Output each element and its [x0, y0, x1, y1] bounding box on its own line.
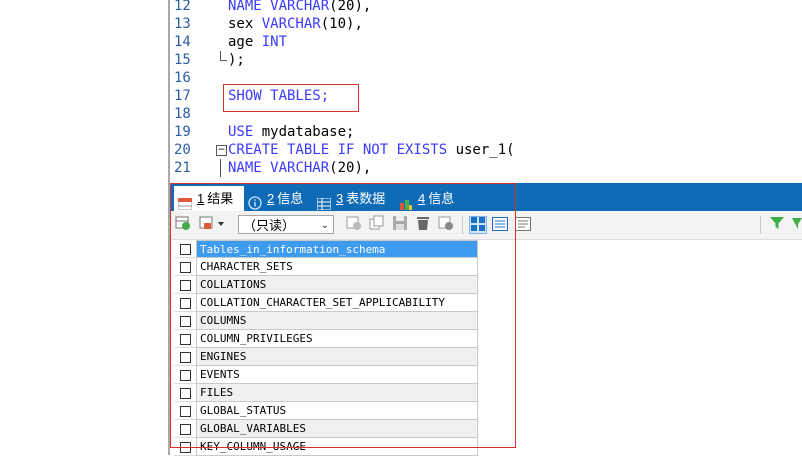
- sql-text: (20),: [329, 0, 372, 14]
- code-text: );: [228, 51, 245, 69]
- sql-keyword: VARCHAR: [261, 16, 321, 32]
- sql-editor[interactable]: 12 NAME VARCHAR(20), 13 sex VARCHAR(10), 14 a…: [170, 0, 802, 183]
- code-line[interactable]: 20 CREATE TABLE IF NOT EXISTS user_1(−: [170, 141, 802, 159]
- filter-icon: [769, 215, 785, 235]
- sql-text: mydatabase;: [261, 124, 355, 140]
- toolbar-divider-right: [760, 216, 761, 234]
- sql-text: );: [228, 52, 245, 68]
- code-line[interactable]: 19 USE mydatabase;: [170, 123, 802, 141]
- filter-button[interactable]: [768, 216, 786, 234]
- code-text: sex VARCHAR(10),: [228, 15, 363, 33]
- line-number: 21: [174, 160, 191, 176]
- line-number: 14: [174, 34, 191, 50]
- sql-keyword: CREATE TABLE IF NOT EXISTS: [228, 142, 456, 158]
- results-panel: 1 结果 2 信息 3 表数据 4 信息 （只读） ⌄ Tables_in_in…: [170, 183, 802, 456]
- filter-extra-icon: [790, 216, 802, 234]
- code-text: CREATE TABLE IF NOT EXISTS user_1(: [228, 141, 515, 159]
- sql-text: user_1(: [455, 142, 515, 158]
- code-line[interactable]: 13 sex VARCHAR(10),: [170, 15, 802, 33]
- fold-guide: [220, 159, 221, 177]
- code-line[interactable]: 21 NAME VARCHAR(20),: [170, 159, 802, 177]
- code-text: USE mydatabase;: [228, 123, 354, 141]
- sql-text: sex: [228, 16, 262, 32]
- sql-keyword: USE: [228, 124, 262, 140]
- line-number: 12: [174, 0, 191, 14]
- line-number: 13: [174, 16, 191, 32]
- line-number: 15: [174, 52, 191, 68]
- code-line[interactable]: 14 age INT: [170, 33, 802, 51]
- text-view-button[interactable]: [514, 216, 532, 234]
- sql-text: (20),: [329, 160, 372, 176]
- filter-extra-button[interactable]: [790, 216, 802, 234]
- sql-text: age: [228, 34, 262, 50]
- line-number: 18: [174, 106, 191, 122]
- sql-keyword: INT: [261, 34, 288, 50]
- code-line[interactable]: 15);: [170, 51, 802, 69]
- code-line[interactable]: 12 NAME VARCHAR(20),: [170, 0, 802, 15]
- sql-keyword: NAME: [228, 0, 271, 14]
- line-number: 20: [174, 142, 191, 158]
- text-view-icon: [515, 216, 531, 235]
- sql-keyword: VARCHAR: [270, 160, 330, 176]
- line-number: 19: [174, 124, 191, 140]
- fold-end-marker: [220, 51, 227, 61]
- annotation-box-show-tables: [223, 84, 359, 112]
- left-pane: [0, 0, 168, 455]
- line-number: 17: [174, 88, 191, 104]
- code-text: age INT: [228, 33, 287, 51]
- code-text: NAME VARCHAR(20),: [228, 159, 371, 177]
- sql-keyword: NAME: [228, 160, 271, 176]
- sql-text: (10),: [320, 16, 363, 32]
- fold-collapse-icon[interactable]: −: [216, 145, 227, 156]
- annotation-box-results: [170, 183, 516, 448]
- sql-keyword: VARCHAR: [270, 0, 330, 14]
- line-number: 16: [174, 70, 191, 86]
- code-text: NAME VARCHAR(20),: [228, 0, 371, 15]
